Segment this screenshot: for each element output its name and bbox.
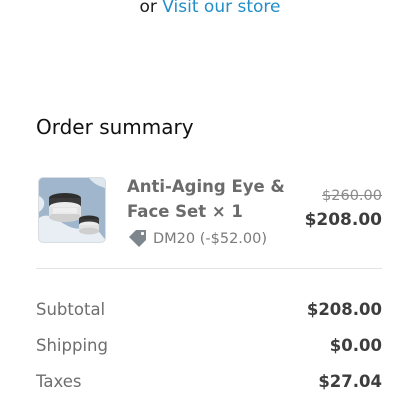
discount-code-text: DM20 (-$52.00) — [153, 231, 268, 247]
subtotal-row: Subtotal $208.00 — [36, 300, 382, 319]
final-price: $208.00 — [304, 210, 382, 230]
taxes-label: Taxes — [36, 372, 82, 391]
subtotal-label: Subtotal — [36, 300, 106, 319]
order-summary-page: or Visit our store Order summary Anti-Ag… — [0, 0, 420, 420]
shipping-row: Shipping $0.00 — [36, 336, 382, 355]
tag-icon — [129, 230, 146, 247]
subtotal-value: $208.00 — [306, 300, 382, 319]
product-name: Anti-Aging Eye & Face Set × 1 — [127, 177, 285, 221]
shipping-value: $0.00 — [329, 336, 382, 355]
summary-divider — [36, 268, 382, 269]
visit-store-link[interactable]: Visit our store — [162, 0, 280, 17]
store-prefix: or — [139, 0, 157, 17]
shipping-label: Shipping — [36, 336, 108, 355]
taxes-row: Taxes $27.04 — [36, 372, 382, 391]
order-summary-title: Order summary — [36, 115, 194, 139]
store-link-line: or Visit our store — [0, 0, 420, 17]
taxes-value: $27.04 — [318, 372, 382, 391]
original-price: $260.00 — [322, 188, 382, 204]
product-thumbnail — [38, 177, 106, 243]
skincare-product-image — [39, 178, 105, 242]
discount-code-row: DM20 (-$52.00) — [127, 229, 267, 249]
